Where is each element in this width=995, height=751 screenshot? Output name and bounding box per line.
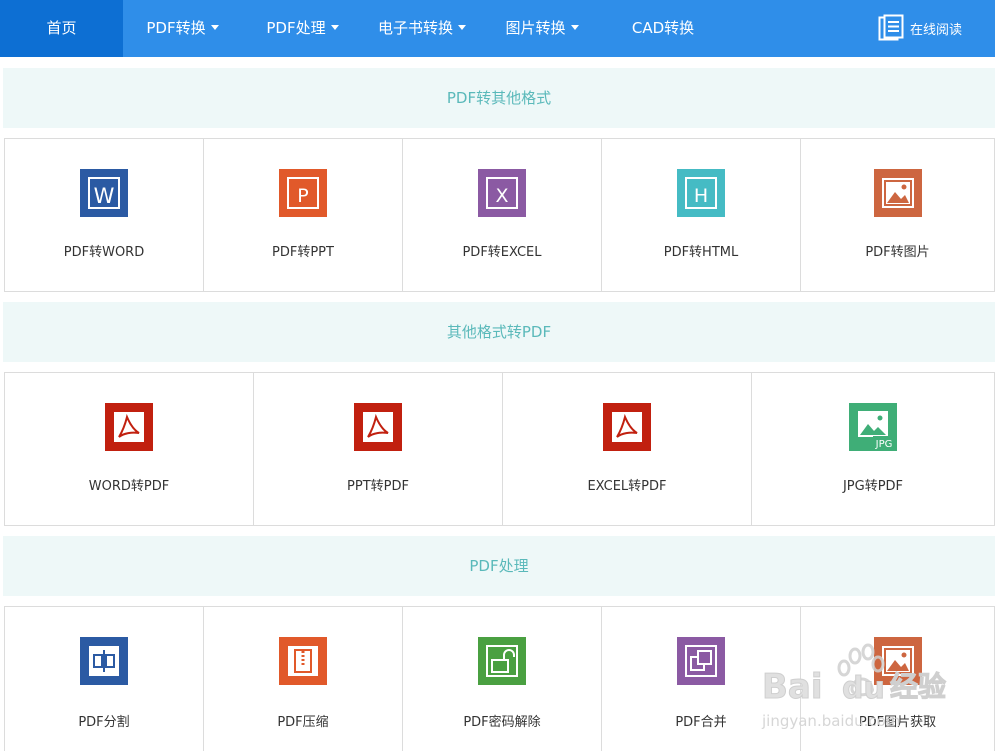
tool-pdf-image-extract[interactable]: PDF图片获取 (801, 607, 994, 751)
nav-cad-convert[interactable]: CAD转换 (618, 0, 708, 57)
online-read-link[interactable]: 在线阅读 (878, 13, 962, 43)
pdf-icon (603, 403, 651, 451)
section-title-pdf-process: PDF处理 (3, 536, 995, 596)
top-navbar: 首页 PDF转换 PDF处理 电子书转换 图片转换 CAD转换 在线阅读 (0, 0, 995, 57)
tool-pdf-merge[interactable]: PDF合并 (602, 607, 801, 751)
tool-word-to-pdf[interactable]: WORD转PDF (5, 373, 254, 525)
tool-row-pdf-process: PDF分割 PDF压缩 PDF密码解除 PDF合并 PDF图片获取 (4, 606, 995, 751)
tool-jpg-to-pdf[interactable]: JPG JPG转PDF (752, 373, 994, 525)
tool-label: PDF合并 (675, 715, 727, 730)
nav-pdf-process[interactable]: PDF处理 (255, 0, 350, 57)
tool-label: PPT转PDF (347, 479, 409, 494)
nav-home-label: 首页 (46, 19, 77, 37)
tool-pdf-compress[interactable]: PDF压缩 (204, 607, 403, 751)
tool-pdf-to-html[interactable]: H PDF转HTML (602, 139, 801, 291)
split-icon (80, 637, 128, 685)
tool-label: PDF密码解除 (463, 715, 541, 730)
excel-icon: X (478, 169, 526, 217)
tool-pdf-to-image[interactable]: PDF转图片 (801, 139, 994, 291)
svg-text:H: H (694, 185, 708, 207)
tool-label: EXCEL转PDF (587, 479, 667, 494)
nav-pdf-convert[interactable]: PDF转换 (135, 0, 230, 57)
chevron-down-icon (210, 25, 219, 30)
svg-text:P: P (297, 185, 308, 207)
svg-text:JPG: JPG (875, 439, 893, 450)
tool-ppt-to-pdf[interactable]: PPT转PDF (254, 373, 503, 525)
html-icon: H (677, 169, 725, 217)
chevron-down-icon (570, 25, 579, 30)
tool-label: PDF图片获取 (858, 715, 937, 730)
chevron-down-icon (330, 25, 339, 30)
compress-icon (279, 637, 327, 685)
tool-label: PDF转PPT (272, 245, 334, 260)
pdf-icon (354, 403, 402, 451)
nav-home[interactable]: 首页 (0, 0, 123, 57)
svg-text:X: X (495, 185, 508, 207)
tool-label: PDF转HTML (663, 245, 739, 260)
tool-pdf-to-word[interactable]: W PDF转WORD (5, 139, 204, 291)
tool-pdf-to-excel[interactable]: X PDF转EXCEL (403, 139, 602, 291)
pdf-icon (105, 403, 153, 451)
image-icon (873, 637, 922, 685)
nav-pdf-convert-label: PDF转换 (146, 19, 206, 37)
nav-image-convert[interactable]: 图片转换 (494, 0, 590, 57)
jpg-icon: JPG (849, 403, 897, 451)
tool-label: PDF转WORD (63, 245, 145, 260)
tool-excel-to-pdf[interactable]: EXCEL转PDF (503, 373, 752, 525)
word-icon: W (80, 169, 128, 217)
nav-image-convert-label: 图片转换 (505, 19, 566, 37)
tool-row-pdf-to-other: W PDF转WORD P PDF转PPT X PDF转EXCEL H PDF转H… (4, 138, 995, 292)
nav-cad-convert-label: CAD转换 (631, 19, 695, 37)
section-title-pdf-to-other: PDF转其他格式 (3, 68, 995, 128)
nav-pdf-process-label: PDF处理 (266, 19, 326, 37)
tool-row-other-to-pdf: WORD转PDF PPT转PDF EXCEL转PDF JPG JPG转PDF (4, 372, 995, 526)
merge-icon (677, 637, 725, 685)
nav-ebook-convert-label: 电子书转换 (377, 19, 453, 37)
tool-label: JPG转PDF (842, 479, 904, 494)
tool-pdf-split[interactable]: PDF分割 (5, 607, 204, 751)
tool-label: WORD转PDF (88, 479, 170, 494)
tool-pdf-to-ppt[interactable]: P PDF转PPT (204, 139, 403, 291)
tool-label: PDF分割 (78, 715, 130, 730)
online-read-label: 在线阅读 (910, 22, 963, 38)
ppt-icon: P (279, 169, 327, 217)
tool-label: PDF压缩 (277, 715, 329, 730)
reader-icon (878, 14, 904, 41)
chevron-down-icon (458, 25, 466, 30)
image-icon (873, 169, 922, 217)
tool-pdf-unlock[interactable]: PDF密码解除 (403, 607, 602, 751)
section-title-other-to-pdf: 其他格式转PDF (3, 302, 995, 362)
nav-ebook-convert[interactable]: 电子书转换 (366, 0, 478, 57)
svg-text:W: W (94, 184, 115, 208)
tool-label: PDF转图片 (865, 245, 930, 260)
unlock-icon (478, 637, 526, 685)
tool-label: PDF转EXCEL (462, 245, 542, 260)
